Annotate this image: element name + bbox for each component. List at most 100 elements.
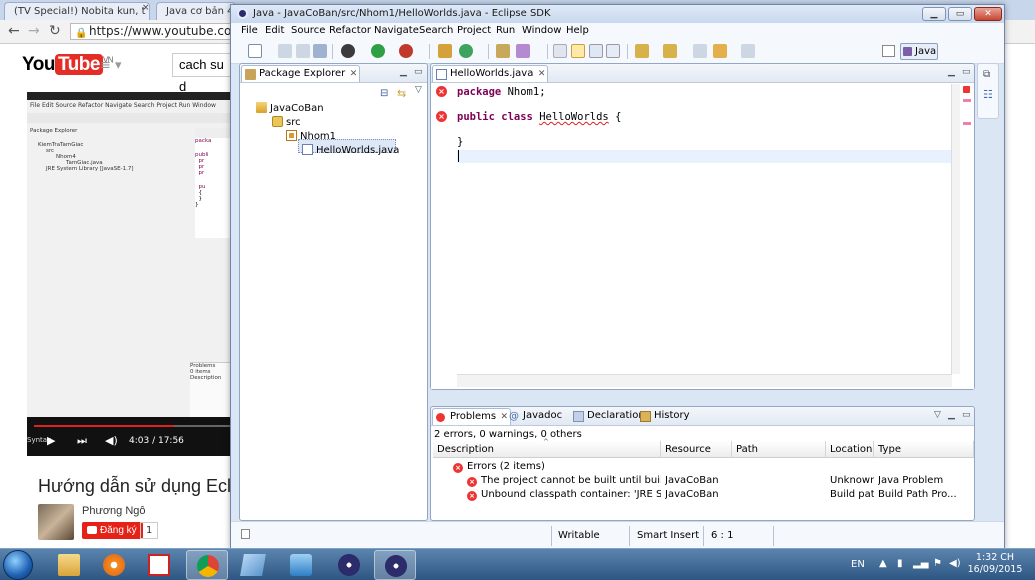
previous-annotation-icon[interactable] (663, 44, 677, 58)
column-header-location[interactable]: Location (826, 441, 874, 458)
flag-icon[interactable]: ⚑ (933, 558, 942, 569)
save-icon[interactable] (278, 44, 292, 58)
menu-window[interactable]: Window (522, 25, 561, 36)
print-icon[interactable] (313, 44, 327, 58)
volume-icon[interactable]: ◀) (105, 434, 118, 447)
tree-item-package[interactable]: Nhom1 (286, 130, 336, 143)
restore-icon[interactable]: ⧉ (983, 69, 990, 80)
tab-helloworlds-java[interactable]: HelloWorlds.java ✕ (432, 65, 549, 82)
fast-view-icon[interactable] (241, 529, 250, 539)
last-edit-location-icon[interactable] (693, 44, 707, 58)
next-annotation-icon[interactable] (635, 44, 649, 58)
column-header-resource[interactable]: Resource (661, 441, 732, 458)
table-row[interactable]: ×The project cannot be built until build… (433, 474, 974, 488)
toggle-highlight-icon[interactable] (571, 44, 585, 58)
battery-icon[interactable]: ▮ (897, 558, 903, 569)
java-perspective-button[interactable]: Java (900, 43, 938, 60)
browser-tab-1[interactable]: (TV Special!) Nobita kun, t (4, 2, 150, 20)
taskbar-unikey[interactable] (138, 550, 180, 580)
forward-icon[interactable] (741, 44, 755, 58)
taskbar-media-player[interactable] (93, 550, 135, 580)
start-button[interactable] (3, 550, 33, 580)
video-player[interactable]: File Edit Source Refactor Navigate Searc… (27, 92, 232, 456)
maximize-button[interactable]: ▭ (948, 7, 972, 21)
overview-marker[interactable] (963, 122, 971, 125)
link-with-editor-icon[interactable]: ⇆ (397, 87, 406, 100)
tab-problems[interactable]: Problems ✕ (432, 408, 512, 425)
maximize-view-icon[interactable]: ▭ (962, 67, 971, 77)
video-progress-played[interactable] (34, 425, 174, 427)
close-icon[interactable]: ✕ (538, 66, 546, 82)
tab-javadoc[interactable]: @ Javadoc (506, 408, 576, 425)
taskbar-explorer[interactable] (48, 550, 90, 580)
channel-avatar[interactable] (38, 504, 74, 540)
browser-tab-2[interactable]: Java cơ bản 4 (156, 2, 236, 20)
error-marker-icon[interactable]: × (436, 86, 447, 97)
minimize-view-icon[interactable]: ▁ (948, 410, 955, 420)
youtube-search-input[interactable]: cach su d (172, 53, 232, 94)
language-indicator[interactable]: EN (851, 559, 865, 570)
tab-history[interactable]: History (637, 408, 704, 425)
editor-vertical-scrollbar[interactable] (951, 84, 960, 374)
tree-item-java-file[interactable]: HelloWorlds.java (302, 144, 399, 157)
view-menu-icon[interactable]: ▽ (934, 410, 941, 420)
taskbar-notepad[interactable] (232, 550, 274, 580)
open-perspective-icon[interactable] (882, 45, 895, 57)
menu-help[interactable]: Help (566, 25, 589, 36)
close-icon[interactable]: ✕ (350, 66, 358, 82)
menu-run[interactable]: Run (496, 25, 515, 36)
new-icon[interactable] (248, 44, 262, 58)
tab-package-explorer[interactable]: Package Explorer ✕ (241, 65, 361, 82)
channel-name[interactable]: Phương Ngô (82, 505, 146, 517)
new-java-class-icon[interactable] (459, 44, 473, 58)
annotation-ruler[interactable]: × × (431, 84, 455, 389)
tab-close-icon[interactable]: × (142, 3, 150, 13)
taskbar-virtualbox[interactable] (280, 550, 322, 580)
back-arrow-icon[interactable]: ← (8, 23, 20, 39)
tree-item-src[interactable]: src (272, 116, 301, 129)
guide-menu-icon[interactable]: ≡ ▾ (100, 58, 122, 73)
volume-icon[interactable]: ◀) (949, 558, 961, 569)
table-row[interactable]: ×Unbound classpath container: 'JRE Syste… (433, 488, 974, 502)
column-header-type[interactable]: Type (874, 441, 974, 458)
outline-icon[interactable]: ☷ (983, 88, 993, 101)
network-icon[interactable]: ▂▄ (913, 558, 928, 569)
overview-marker[interactable] (963, 99, 971, 102)
taskbar-eclipse-2[interactable] (374, 550, 416, 580)
menu-refactor[interactable]: Refactor (329, 25, 371, 36)
menu-file[interactable]: File (241, 25, 258, 36)
show-whitespace-icon[interactable] (606, 44, 620, 58)
video-progress-remaining[interactable] (174, 425, 232, 427)
minimize-view-icon[interactable]: ▁ (948, 67, 955, 77)
forward-arrow-icon[interactable]: → (28, 23, 40, 39)
address-bar[interactable]: 🔒 https://www.youtube.com (70, 23, 243, 40)
run-icon[interactable] (371, 44, 385, 58)
menu-project[interactable]: Project (457, 25, 491, 36)
debug-icon[interactable] (341, 44, 355, 58)
menu-navigate[interactable]: Navigate (374, 25, 419, 36)
problem-group-row[interactable]: × Errors (2 items) (433, 460, 974, 474)
error-overview-icon[interactable] (963, 86, 970, 93)
close-button[interactable]: ✕ (974, 7, 1002, 21)
menu-source[interactable]: Source (291, 25, 325, 36)
external-tools-icon[interactable] (399, 44, 413, 58)
title-bar[interactable]: Java - JavaCoBan/src/Nhom1/HelloWorlds.j… (231, 5, 1004, 23)
view-menu-icon[interactable]: ▽ (415, 85, 422, 95)
subscribe-button[interactable]: Đăng ký (82, 522, 143, 539)
save-all-icon[interactable] (296, 44, 310, 58)
tray-arrow-icon[interactable]: ▲ (879, 558, 887, 569)
taskbar-chrome[interactable] (186, 550, 228, 580)
menu-edit[interactable]: Edit (265, 25, 284, 36)
menu-search[interactable]: Search (419, 25, 453, 36)
open-type-icon[interactable] (496, 44, 510, 58)
minimize-button[interactable]: ▁ (922, 7, 946, 21)
maximize-view-icon[interactable]: ▭ (962, 410, 971, 420)
collapse-all-icon[interactable]: ⊟ (380, 88, 388, 99)
error-marker-icon[interactable]: × (436, 111, 447, 122)
taskbar-eclipse-1[interactable] (328, 550, 370, 580)
new-java-package-icon[interactable] (438, 44, 452, 58)
column-header-path[interactable]: Path (732, 441, 826, 458)
play-icon[interactable]: ▶ (47, 434, 55, 447)
toggle-mark-occurrences-icon[interactable] (553, 44, 567, 58)
reload-icon[interactable]: ↻ (49, 23, 61, 39)
